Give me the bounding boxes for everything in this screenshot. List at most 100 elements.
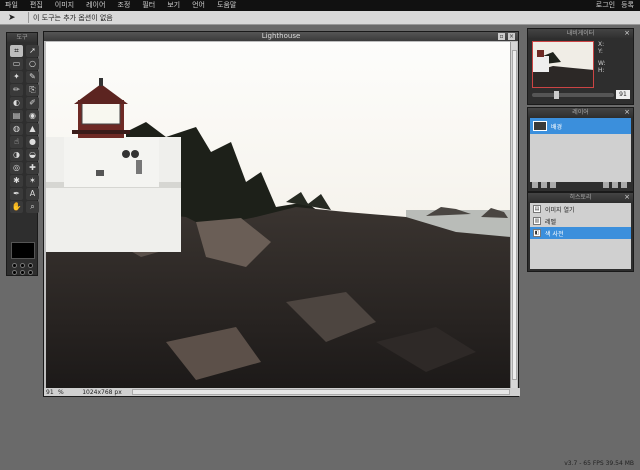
history-item[interactable]: ▤ 이미지 열기 (530, 203, 631, 215)
close-button[interactable]: × (508, 33, 515, 40)
menu-language[interactable]: 언어 (187, 0, 212, 11)
draw-tool-icon[interactable]: ✐ (26, 97, 39, 109)
hand-tool-icon[interactable]: ✋ (10, 201, 23, 213)
layer-settings-icon[interactable] (532, 182, 538, 188)
mode-dot[interactable] (12, 263, 17, 268)
open-image-icon: ▤ (533, 205, 541, 213)
layer-item[interactable]: 배경 (530, 118, 631, 134)
canvas-image[interactable] (46, 42, 511, 390)
blur-tool-icon[interactable]: ◍ (10, 123, 23, 135)
brush-tool-icon[interactable]: ✏ (10, 84, 23, 96)
menu-adjust[interactable]: 조정 (112, 0, 137, 11)
canvas-status-bar: 91 % 1024x768 px (44, 388, 520, 396)
color-replace-tool-icon[interactable]: ◐ (10, 97, 23, 109)
zoom-slider[interactable] (532, 91, 614, 99)
gradient-tool-icon[interactable]: ▤ (10, 110, 23, 122)
menu-file[interactable]: 파일 (0, 0, 25, 11)
layer-thumbnail (533, 121, 547, 131)
navigator-title: 내비게이터 × (528, 29, 633, 38)
layers-list: 배경 (530, 118, 631, 182)
sponge-tool-icon[interactable]: ● (26, 136, 39, 148)
mode-dot[interactable] (28, 270, 33, 275)
maximize-button[interactable]: ▫ (498, 33, 505, 40)
new-layer-icon[interactable] (612, 182, 618, 188)
new-folder-icon[interactable] (603, 182, 609, 188)
zoom-tool-icon[interactable]: ⌕ (26, 201, 39, 213)
history-item-label: 레벨 (545, 218, 557, 226)
text-tool-icon[interactable]: A (26, 188, 39, 200)
history-item-label: 이미지 열기 (545, 206, 575, 214)
layer-style-icon[interactable] (541, 182, 547, 188)
menu-edit[interactable]: 편집 (25, 0, 50, 11)
layers-title-text: 레이어 (572, 109, 589, 116)
crop-tool-icon[interactable]: ⌗ (10, 45, 23, 57)
dodge-tool-icon[interactable]: ◑ (10, 149, 23, 161)
layer-name: 배경 (551, 123, 563, 131)
width-label: W: (598, 60, 606, 67)
zoom-slider-handle[interactable] (554, 91, 559, 99)
menu-image[interactable]: 이미지 (50, 0, 81, 11)
login-link[interactable]: 로그인 (596, 0, 615, 11)
red-eye-tool-icon[interactable]: ◎ (10, 162, 23, 174)
text-color-tool-icon[interactable]: ✒ (10, 188, 23, 200)
horizontal-scrollbar[interactable] (132, 389, 510, 395)
zoom-input[interactable]: 91 (44, 389, 58, 396)
status-footer: v3.7 - 65 FPS 39.54 MB (564, 460, 634, 467)
mode-dot[interactable] (28, 263, 33, 268)
color-preset-icon: ◧ (533, 229, 541, 237)
burn-tool-icon[interactable]: ◒ (26, 149, 39, 161)
tools-title: 도구 (7, 33, 37, 42)
move-tool-icon: ➤ (8, 12, 16, 23)
foreground-color-swatch[interactable] (11, 242, 35, 259)
layers-title: 레이어 × (528, 108, 633, 117)
layers-panel: 레이어 × 배경 (527, 107, 634, 192)
move-tool-icon[interactable]: ➚ (26, 45, 39, 57)
navigator-panel: 내비게이터 × X: Y: W: H: 91 (527, 28, 634, 105)
y-coordinate-label: Y: (598, 48, 603, 55)
pinch-tool-icon[interactable]: ✶ (26, 175, 39, 187)
layer-mask-icon[interactable] (550, 182, 556, 188)
spot-heal-tool-icon[interactable]: ✚ (26, 162, 39, 174)
menu-bar: 파일 편집 이미지 레이어 조정 필터 보기 언어 도움말 로그인 등록 (0, 0, 640, 11)
smudge-tool-icon[interactable]: ☝ (10, 136, 23, 148)
history-title-text: 히스토리 (569, 194, 592, 201)
tool-options-text: 이 도구는 추가 옵션이 없음 (33, 13, 113, 22)
layer-actions (530, 181, 631, 189)
close-icon[interactable]: × (624, 193, 630, 202)
menu-layer[interactable]: 레이어 (81, 0, 112, 11)
lasso-tool-icon[interactable]: ○ (26, 58, 39, 70)
history-item[interactable]: ▥ 레벨 (530, 215, 631, 227)
mode-dot[interactable] (12, 270, 17, 275)
menu-help[interactable]: 도움말 (212, 0, 243, 11)
wand-tool-icon[interactable]: ✦ (10, 71, 23, 83)
navigator-thumbnail[interactable] (532, 41, 594, 88)
divider (28, 12, 29, 23)
menu-filter[interactable]: 필터 (137, 0, 162, 11)
pencil-tool-icon[interactable]: ✎ (26, 71, 39, 83)
canvas-window: Lighthouse ▫ × 91 % 1024x768 px (43, 31, 520, 397)
history-item-label: 색 사전 (545, 230, 564, 238)
canvas-title: Lighthouse (261, 32, 301, 40)
lighthouse-photo (46, 42, 511, 390)
navigator-title-text: 내비게이터 (566, 30, 595, 37)
bloat-tool-icon[interactable]: ✱ (10, 175, 23, 187)
sharpen-tool-icon[interactable]: ▲ (26, 123, 39, 135)
history-list: ▤ 이미지 열기 ▥ 레벨 ◧ 색 사전 (530, 203, 631, 269)
levels-icon: ▥ (533, 217, 541, 225)
close-icon[interactable]: × (624, 29, 630, 38)
close-icon[interactable]: × (624, 108, 630, 117)
navigator-zoom-input[interactable]: 91 (616, 90, 630, 99)
clone-tool-icon[interactable]: ⎘ (26, 84, 39, 96)
scroll-thumb[interactable] (512, 50, 517, 380)
marquee-tool-icon[interactable]: ▭ (10, 58, 23, 70)
vertical-scrollbar[interactable] (510, 42, 517, 390)
canvas-titlebar: Lighthouse ▫ × (44, 32, 518, 41)
register-link[interactable]: 등록 (621, 0, 634, 11)
mode-dot[interactable] (20, 270, 25, 275)
navigator-preview (533, 42, 593, 87)
history-item[interactable]: ◧ 색 사전 (530, 227, 631, 239)
mode-dot[interactable] (20, 263, 25, 268)
delete-layer-icon[interactable] (621, 182, 627, 188)
menu-view[interactable]: 보기 (162, 0, 187, 11)
paint-bucket-tool-icon[interactable]: ◉ (26, 110, 39, 122)
